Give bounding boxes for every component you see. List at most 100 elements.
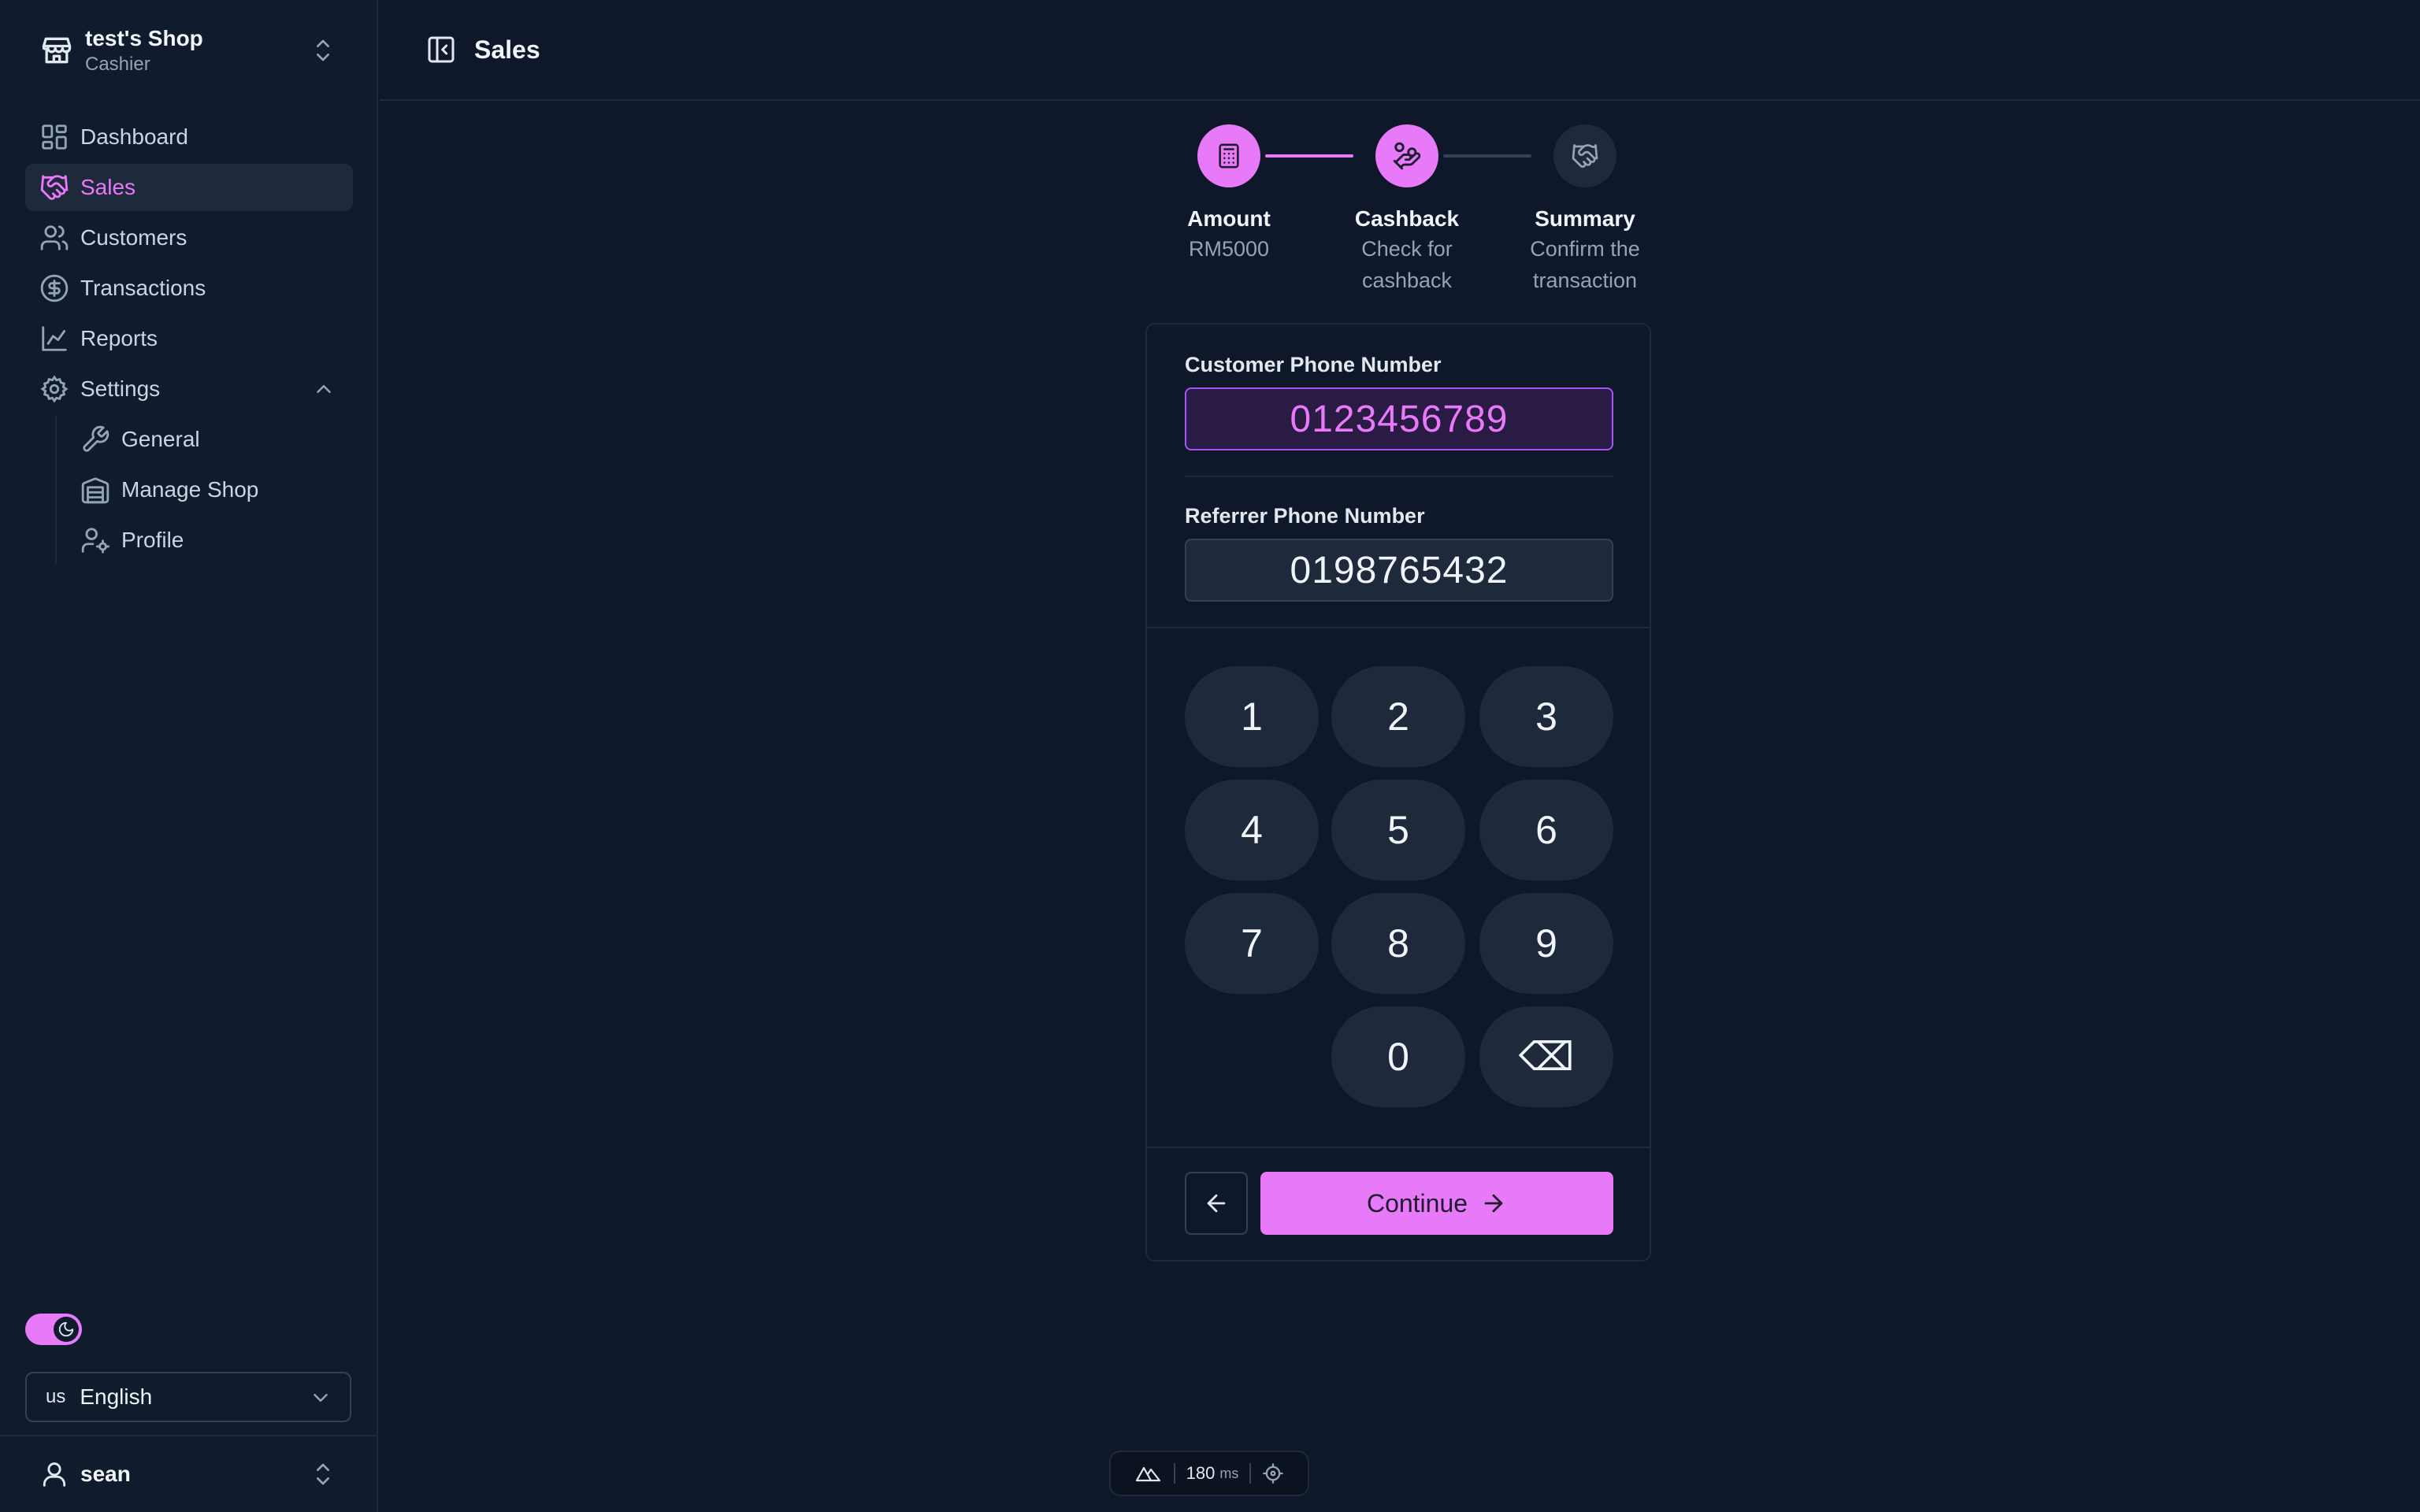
- step-description: RM5000: [1188, 237, 1270, 261]
- arrow-left-icon: [1207, 1194, 1226, 1213]
- step-cashback: Cashback Check for cashback: [1328, 124, 1486, 296]
- arrow-right-icon: [1484, 1194, 1503, 1213]
- key-1[interactable]: 1: [1185, 666, 1319, 767]
- theme-toggle[interactable]: [25, 1314, 82, 1345]
- step-circle: [1375, 124, 1438, 187]
- handshake-icon: [1572, 144, 1598, 169]
- page-title: Sales: [474, 35, 540, 64]
- wrench-icon: [83, 425, 109, 452]
- dashboard-icon: [42, 124, 67, 150]
- chevron-up-icon: [317, 385, 331, 393]
- shop-switcher[interactable]: test's Shop Cashier: [25, 19, 353, 82]
- render-time-unit: ms: [1219, 1465, 1239, 1481]
- sidebar-item-manage-shop[interactable]: Manage Shop: [68, 466, 353, 513]
- shop-name: test's Shop: [85, 26, 203, 50]
- user-menu[interactable]: sean: [25, 1449, 353, 1499]
- key-4[interactable]: 4: [1185, 780, 1319, 880]
- field-divider: [1185, 476, 1613, 477]
- sidebar-item-profile[interactable]: Profile: [68, 517, 353, 564]
- sidebar-item-label: Sales: [80, 175, 136, 199]
- key-9[interactable]: 9: [1479, 893, 1613, 994]
- sidebar-item-label: Customers: [80, 225, 187, 250]
- sidebar-divider: [0, 1435, 378, 1436]
- sidebar-item-label: Transactions: [80, 276, 206, 300]
- dollar-circle-icon: [40, 274, 69, 302]
- top-bar: Sales: [380, 0, 2420, 101]
- step-title: Amount: [1187, 206, 1271, 231]
- step-circle: [1197, 124, 1260, 187]
- store-icon: [42, 37, 72, 64]
- customer-phone-field[interactable]: 0123456789: [1185, 387, 1613, 450]
- referrer-phone-label: Referrer Phone Number: [1185, 504, 1425, 528]
- key-0[interactable]: 0: [1331, 1006, 1465, 1107]
- settings-subnav: General Manage Shop Profile: [55, 416, 353, 564]
- dev-toolbar: 180 ms: [1109, 1451, 1309, 1496]
- sidebar-item-settings[interactable]: Settings: [25, 365, 353, 413]
- step-title: Summary: [1535, 206, 1635, 231]
- sidebar-item-general[interactable]: General: [68, 416, 353, 463]
- devbar-separator: [1249, 1463, 1252, 1484]
- key-6[interactable]: 6: [1479, 780, 1613, 880]
- chevrons-up-down-icon: [317, 1463, 329, 1485]
- chevrons-up-down-icon: [317, 39, 329, 61]
- key-8[interactable]: 8: [1331, 893, 1465, 994]
- sidebar-toggle-icon[interactable]: [425, 34, 457, 65]
- sidebar-item-label: Settings: [80, 376, 161, 401]
- crosshair-icon[interactable]: [1262, 1462, 1284, 1484]
- user-cog-icon: [81, 528, 110, 554]
- devbar-separator: [1173, 1463, 1175, 1484]
- sidebar-item-label: Profile: [121, 528, 184, 552]
- hand-coins-icon: [1393, 142, 1421, 170]
- gear-icon: [40, 375, 69, 403]
- line-chart-icon: [42, 326, 67, 351]
- continue-button[interactable]: Continue: [1260, 1172, 1613, 1235]
- backspace-key[interactable]: ⌫: [1479, 1006, 1613, 1107]
- key-2[interactable]: 2: [1331, 666, 1465, 767]
- sidebar-item-dashboard[interactable]: Dashboard: [25, 113, 353, 161]
- step-amount: Amount RM5000: [1150, 124, 1308, 265]
- language-label: English: [80, 1384, 153, 1409]
- users-icon: [40, 225, 69, 250]
- sidebar-item-reports[interactable]: Reports: [25, 315, 353, 362]
- step-circle: [1553, 124, 1616, 187]
- sidebar-item-customers[interactable]: Customers: [25, 214, 353, 261]
- toggle-knob: [54, 1317, 79, 1342]
- step-title: Cashback: [1354, 206, 1460, 231]
- key-5[interactable]: 5: [1331, 780, 1465, 880]
- sidebar-nav: Dashboard Sales Customers Transactions R…: [25, 113, 353, 567]
- referrer-phone-field[interactable]: 0198765432: [1185, 539, 1613, 602]
- calculator-icon: [1219, 143, 1239, 169]
- key-7[interactable]: 7: [1185, 893, 1319, 994]
- language-select[interactable]: us English: [25, 1372, 351, 1422]
- customer-phone-label: Customer Phone Number: [1185, 353, 1442, 376]
- chevron-down-icon: [314, 1394, 328, 1402]
- moon-icon: [58, 1321, 74, 1337]
- back-button[interactable]: [1185, 1172, 1248, 1235]
- step-summary: Summary Confirm the transaction: [1506, 124, 1664, 296]
- sidebar-item-label: Manage Shop: [121, 477, 259, 502]
- user-name: sean: [80, 1462, 131, 1486]
- continue-label: Continue: [1366, 1188, 1468, 1217]
- sidebar-item-transactions[interactable]: Transactions: [25, 265, 353, 312]
- backspace-icon: ⌫: [1518, 1035, 1575, 1079]
- cashback-card: Customer Phone Number 0123456789 Referre…: [1145, 323, 1651, 1262]
- handshake-icon: [40, 175, 69, 200]
- sidebar-item-label: Reports: [80, 326, 158, 350]
- keypad: 1 2 3 4 5 6 7 8 9 0 ⌫: [1185, 666, 1615, 1107]
- section-divider: [1147, 627, 1650, 628]
- render-time: 180: [1186, 1463, 1216, 1483]
- step-description: Confirm the transaction: [1530, 237, 1640, 292]
- stepper: Amount RM5000 Cashback Check for cashbac…: [1150, 124, 1670, 298]
- sidebar-item-sales[interactable]: Sales: [25, 164, 353, 211]
- key-3[interactable]: 3: [1479, 666, 1613, 767]
- shop-role: Cashier: [85, 54, 150, 75]
- sidebar-item-label: General: [121, 427, 200, 451]
- language-code: us: [46, 1386, 66, 1407]
- step-description: Check for cashback: [1361, 237, 1453, 292]
- sidebar-item-label: Dashboard: [80, 124, 188, 149]
- nuxt-logo-icon[interactable]: [1134, 1464, 1163, 1483]
- sidebar: test's Shop Cashier Dashboard Sales Cust…: [0, 0, 378, 1512]
- warehouse-icon: [81, 477, 109, 504]
- user-icon: [43, 1462, 66, 1487]
- section-divider: [1147, 1147, 1650, 1148]
